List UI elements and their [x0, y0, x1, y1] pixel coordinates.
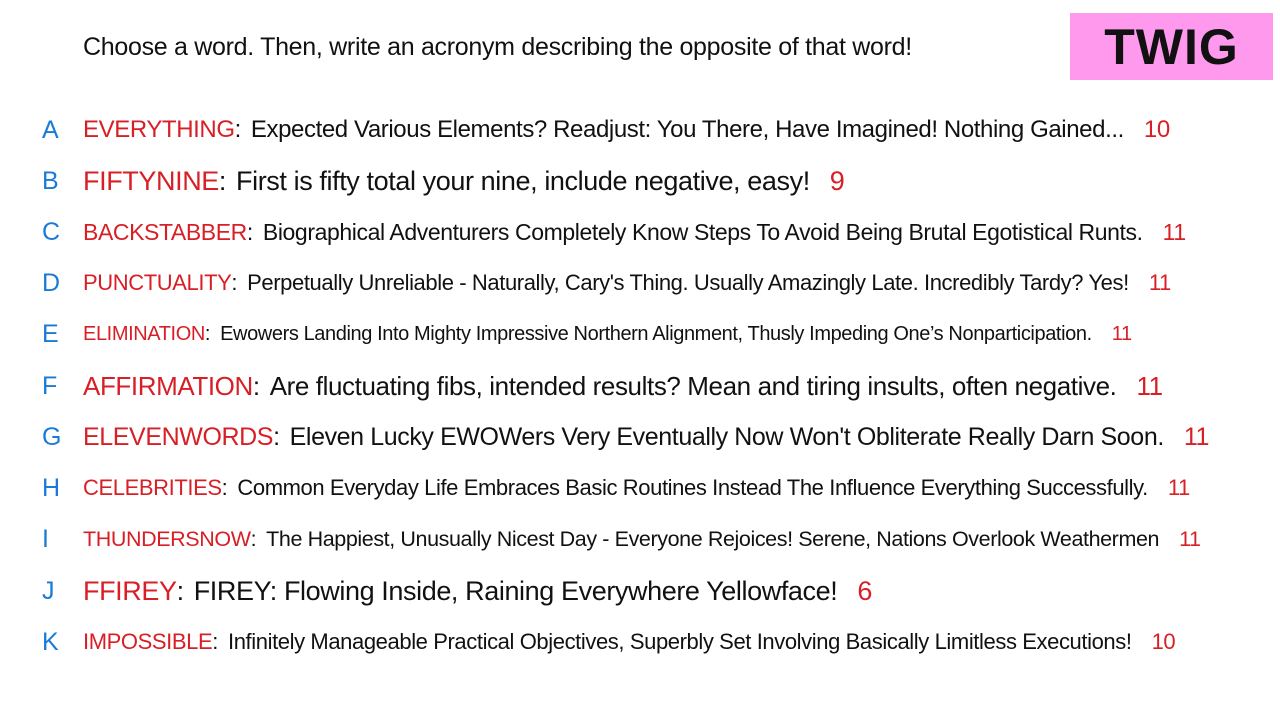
entry-line: IMPOSSIBLE: Infinitely Manageable Practic…	[83, 629, 1176, 655]
entry-row: D PUNCTUALITY: Perpetually Unreliable - Na…	[0, 263, 1280, 303]
entry-letter: A	[42, 115, 59, 144]
entry-colon: :	[176, 575, 185, 606]
entry-letter: D	[42, 268, 61, 297]
entry-count: 6	[857, 575, 872, 606]
prompt-heading: Choose a word. Then, write an acronym de…	[83, 33, 912, 61]
entry-count: 11	[1179, 526, 1201, 551]
entry-letter: G	[42, 422, 62, 451]
entry-row: B FIFTYNINE: First is fifty total your nin…	[0, 161, 1280, 201]
entry-acronym: Are fluctuating fibs, intended results? …	[269, 370, 1117, 401]
entry-count: 11	[1136, 370, 1163, 401]
entry-line: FIFTYNINE: First is fifty total your nine…	[83, 165, 845, 197]
entry-colon: :	[204, 322, 211, 345]
entry-letter: E	[42, 319, 59, 348]
entry-acronym: Ewowers Landing Into Mighty Impressive N…	[220, 322, 1092, 345]
entry-line: CELEBRITIES: Common Everyday Life Embrace…	[83, 475, 1190, 501]
entry-word: FIFTYNINE	[83, 165, 219, 196]
entry-row: K IMPOSSIBLE: Infinitely Manageable Practi…	[0, 622, 1280, 662]
entry-colon: :	[212, 629, 218, 654]
entry-acronym: FIREY: Flowing Inside, Raining Everywher…	[193, 575, 838, 606]
entry-colon: :	[273, 422, 280, 451]
entry-letter: F	[42, 371, 58, 400]
entry-count: 9	[829, 165, 845, 196]
entry-word: IMPOSSIBLE	[83, 629, 213, 654]
entry-colon: :	[231, 270, 238, 295]
entry-word: BACKSTABBER	[83, 218, 247, 245]
entry-word: PUNCTUALITY	[83, 270, 232, 295]
entry-line: BACKSTABBER: Biographical Adventurers Com…	[83, 219, 1186, 246]
entry-acronym: Infinitely Manageable Practical Objectiv…	[228, 629, 1132, 654]
entry-line: FFIREY: FIREY: Flowing Inside, Raining Ev…	[83, 576, 872, 607]
entry-line: PUNCTUALITY: Perpetually Unreliable - Nat…	[83, 270, 1171, 296]
entry-line: AFFIRMATION: Are fluctuating fibs, intend…	[83, 371, 1163, 402]
entry-line: ELIMINATION: Ewowers Landing Into Mighty …	[83, 323, 1132, 346]
entry-count: 11	[1111, 322, 1132, 345]
entry-row: C BACKSTABBER: Biographical Adventurers Co…	[0, 212, 1280, 252]
entry-count: 10	[1143, 116, 1170, 143]
entry-letter: C	[42, 217, 61, 246]
entry-acronym: The Happiest, Unusually Nicest Day - Eve…	[266, 526, 1160, 551]
entry-word: FFIREY	[83, 575, 177, 606]
entry-row: J FFIREY: FIREY: Flowing Inside, Raining E…	[0, 571, 1280, 611]
entry-count: 11	[1167, 475, 1190, 500]
entry-letter: J	[42, 576, 55, 605]
entry-colon: :	[246, 218, 253, 245]
entry-colon: :	[218, 165, 227, 196]
entry-word: AFFIRMATION	[83, 370, 253, 401]
entry-line: THUNDERSNOW: The Happiest, Unusually Nice…	[83, 527, 1201, 552]
entry-row: I THUNDERSNOW: The Happiest, Unusually Nic…	[0, 519, 1280, 559]
entry-colon: :	[234, 116, 242, 143]
entry-count: 11	[1162, 218, 1186, 245]
entry-acronym: Common Everyday Life Embraces Basic Rout…	[237, 475, 1148, 500]
entry-row: E ELIMINATION: Ewowers Landing Into Mighty…	[0, 314, 1280, 354]
entry-acronym: Eleven Lucky EWOWers Very Eventually Now…	[289, 422, 1165, 451]
entry-colon: :	[221, 475, 228, 500]
entry-count: 11	[1183, 422, 1210, 451]
entry-count: 10	[1151, 629, 1176, 654]
entry-acronym: Biographical Adventurers Completely Know…	[262, 218, 1143, 245]
entry-acronym: First is fifty total your nine, include …	[236, 165, 810, 196]
entry-row: H CELEBRITIES: Common Everyday Life Embrac…	[0, 468, 1280, 508]
entry-word: ELEVENWORDS	[83, 422, 274, 451]
entry-word: ELIMINATION	[83, 322, 205, 345]
entry-colon: :	[250, 526, 257, 551]
entry-acronym: Perpetually Unreliable - Naturally, Cary…	[247, 270, 1129, 295]
entry-acronym: Expected Various Elements? Readjust: You…	[250, 116, 1124, 143]
entry-row: A EVERYTHING: Expected Various Elements? R…	[0, 110, 1280, 150]
entry-row: F AFFIRMATION: Are fluctuating fibs, inten…	[0, 366, 1280, 406]
entry-line: ELEVENWORDS: Eleven Lucky EWOWers Very Ev…	[83, 423, 1209, 452]
entry-count: 11	[1148, 270, 1171, 295]
entry-line: EVERYTHING: Expected Various Elements? Re…	[83, 116, 1170, 144]
twig-badge: TWIG	[1070, 13, 1273, 80]
entry-letter: H	[42, 473, 61, 502]
entry-letter: B	[42, 166, 59, 195]
entry-word: CELEBRITIES	[83, 475, 222, 500]
entry-letter: I	[42, 524, 49, 553]
entry-word: THUNDERSNOW	[83, 526, 251, 551]
entry-letter: K	[42, 627, 59, 656]
entry-row: G ELEVENWORDS: Eleven Lucky EWOWers Very E…	[0, 417, 1280, 457]
entry-word: EVERYTHING	[83, 116, 235, 143]
entry-colon: :	[252, 370, 260, 401]
